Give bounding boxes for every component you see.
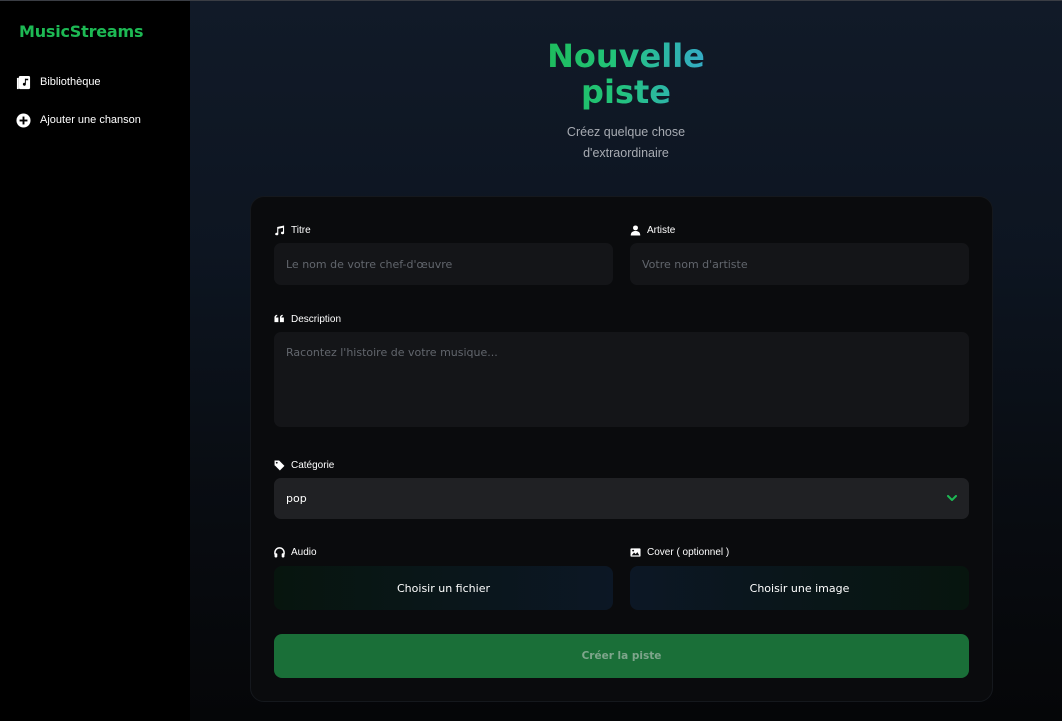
page-header: Nouvelle piste Créez quelque chose d'ext…: [190, 38, 1062, 164]
description-textarea[interactable]: [274, 332, 969, 427]
title-field-label: Titre: [274, 225, 311, 236]
brand-logo[interactable]: MusicStreams: [0, 22, 190, 41]
sidebar: MusicStreams Bibliothèque Ajouter une ch…: [0, 0, 190, 721]
category-field-label: Catégorie: [274, 460, 334, 471]
category-select[interactable]: pop: [274, 478, 969, 519]
user-icon: [630, 225, 641, 236]
artist-label-text: Artiste: [647, 225, 676, 236]
sidebar-nav: Bibliothèque Ajouter une chanson: [0, 63, 190, 139]
page-title: Nouvelle piste: [526, 38, 726, 110]
artist-input[interactable]: [630, 243, 969, 285]
choose-cover-image-button[interactable]: Choisir une image: [630, 566, 969, 610]
quote-icon: [274, 314, 285, 325]
window-top-border: [0, 0, 1062, 1]
cover-field-label: Cover ( optionnel ): [630, 547, 729, 558]
new-track-form: Titre Artiste: [250, 196, 993, 702]
music-note-icon: [274, 225, 285, 236]
audio-field-label: Audio: [274, 547, 317, 558]
main-content: Nouvelle piste Créez quelque chose d'ext…: [190, 0, 1062, 721]
library-icon: [15, 74, 31, 90]
tag-icon: [274, 460, 285, 471]
create-track-button[interactable]: Créer la piste: [274, 634, 969, 678]
choose-audio-file-button[interactable]: Choisir un fichier: [274, 566, 613, 610]
image-icon: [630, 547, 641, 558]
sidebar-item-library[interactable]: Bibliothèque: [0, 63, 190, 101]
chevron-down-icon: [947, 492, 957, 505]
sidebar-item-add-song[interactable]: Ajouter une chanson: [0, 101, 190, 139]
app-root: MusicStreams Bibliothèque Ajouter une ch…: [0, 0, 1062, 721]
description-field-label: Description: [274, 314, 341, 325]
page-subtitle: Créez quelque chose d'extraordinaire: [566, 125, 686, 160]
category-label-text: Catégorie: [291, 460, 335, 471]
audio-label-text: Audio: [291, 547, 317, 558]
description-label-text: Description: [291, 314, 342, 325]
sidebar-item-label: Ajouter une chanson: [40, 114, 141, 126]
category-selected-value: pop: [286, 492, 307, 505]
title-input[interactable]: [274, 243, 613, 285]
title-label-text: Titre: [291, 225, 311, 236]
cover-label-text: Cover ( optionnel ): [647, 547, 730, 558]
artist-field-label: Artiste: [630, 225, 675, 236]
plus-circle-icon: [15, 112, 31, 128]
sidebar-item-label: Bibliothèque: [40, 76, 101, 88]
headphones-icon: [274, 547, 285, 558]
